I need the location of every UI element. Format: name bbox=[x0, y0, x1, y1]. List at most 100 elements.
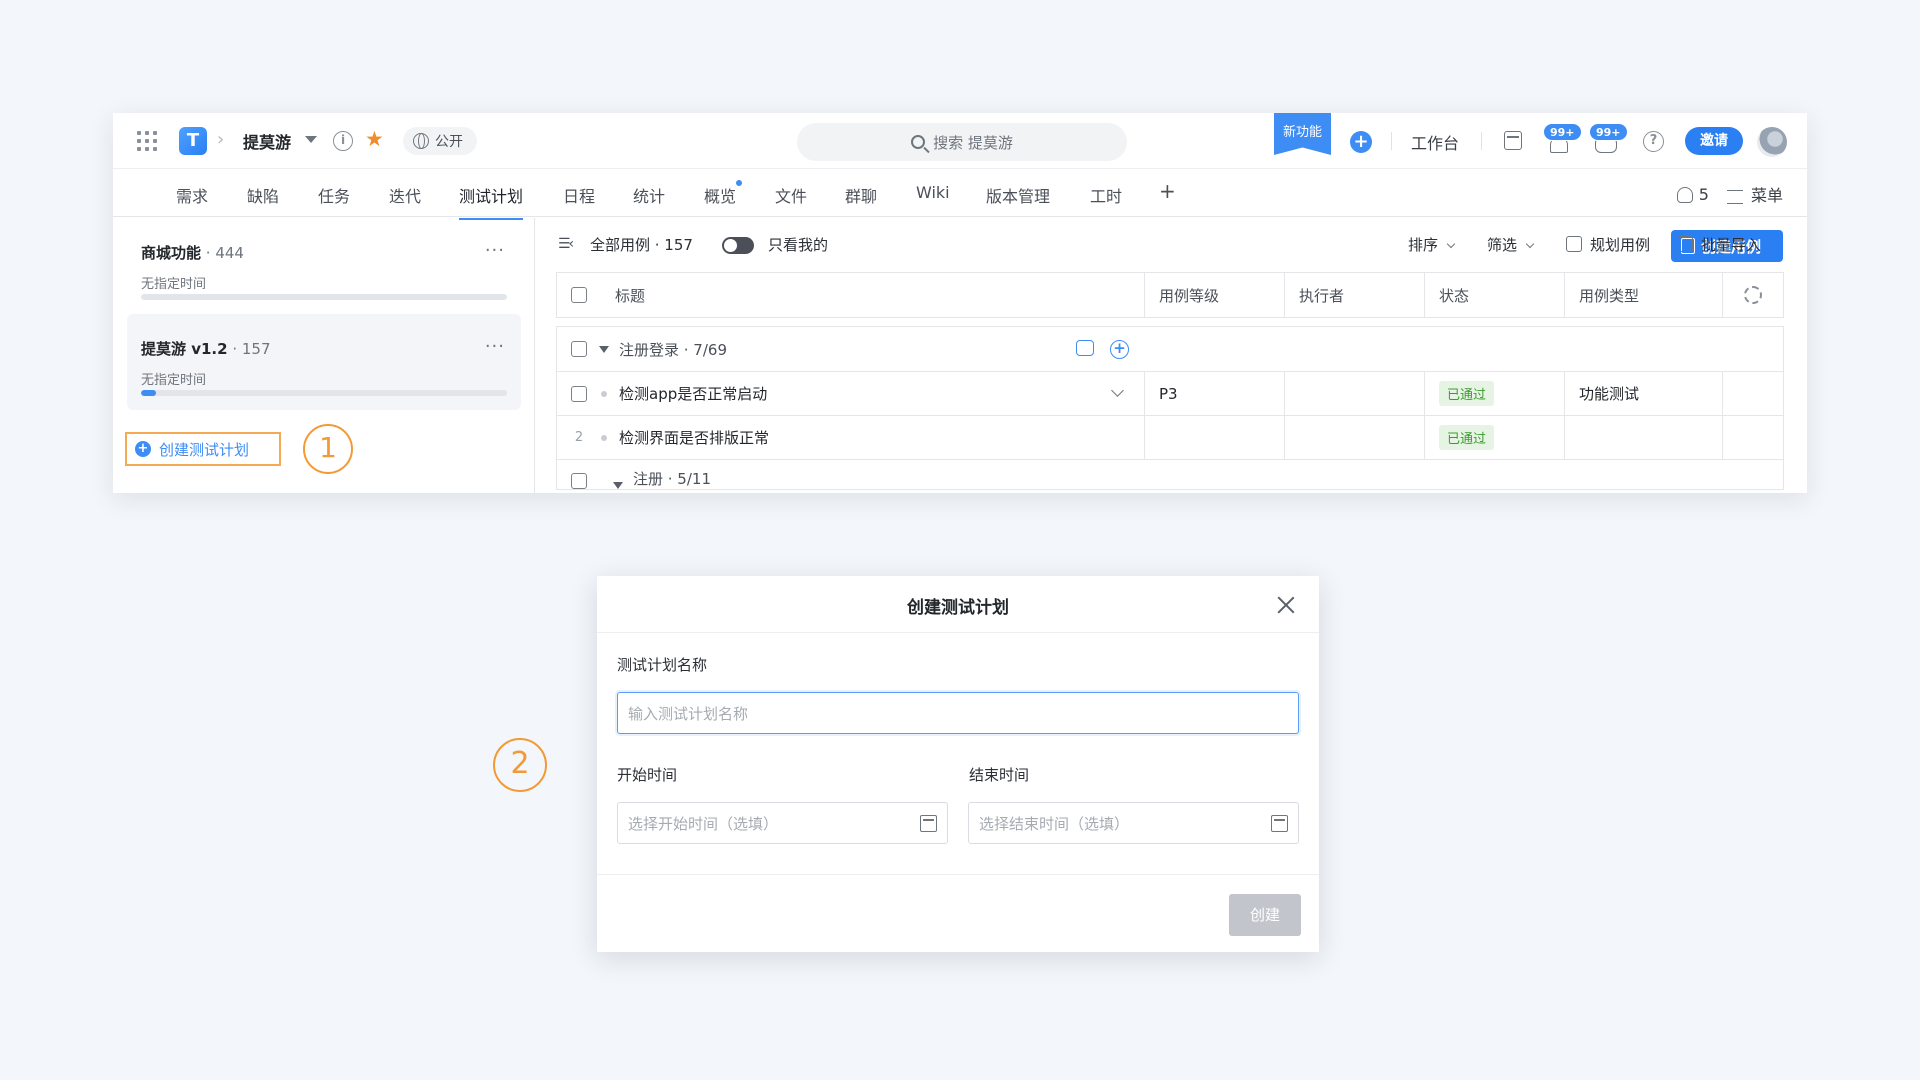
tab-overview[interactable]: 概览 bbox=[704, 180, 743, 207]
top-bar: T › 提莫游 i ★ 公开 搜索 提莫游 新功能 + 工作台 99+ 99+ … bbox=[113, 113, 1807, 169]
header-executor[interactable]: 执行者 bbox=[1285, 273, 1425, 317]
tab-group-chat[interactable]: 群聊 bbox=[845, 183, 877, 207]
column-settings[interactable] bbox=[1723, 273, 1783, 317]
row-number: 2 bbox=[574, 430, 584, 445]
case-panel: ☰‹ 全部用例 · 157 只看我的 排序 筛选 规划用例 创建用例 标题 用例… bbox=[536, 218, 1807, 493]
avatar[interactable] bbox=[1757, 127, 1787, 157]
end-time-picker[interactable]: 选择结束时间（选填） bbox=[968, 802, 1299, 844]
plan-time: 无指定时间 bbox=[141, 373, 207, 388]
add-tab-icon[interactable]: + bbox=[1159, 179, 1176, 203]
plan-sidebar: 商城功能 · 444 无指定时间 ··· 提莫游 v1.2 · 157 无指定时… bbox=[113, 218, 535, 493]
more-icon[interactable]: ··· bbox=[485, 336, 505, 357]
group-row-partial[interactable]: 注册 · 5/11 bbox=[556, 460, 1784, 490]
row-checkbox[interactable] bbox=[571, 385, 587, 402]
help-icon[interactable]: ? bbox=[1643, 131, 1664, 152]
project-logo[interactable]: T bbox=[179, 127, 207, 155]
case-executor[interactable] bbox=[1285, 372, 1425, 415]
add-case-icon[interactable]: + bbox=[1110, 339, 1129, 359]
tab-statistics[interactable]: 统计 bbox=[633, 183, 665, 207]
header-level[interactable]: 用例等级 bbox=[1145, 273, 1285, 317]
dialog-title: 创建测试计划 bbox=[907, 598, 1009, 618]
expand-triangle-icon[interactable] bbox=[599, 345, 609, 353]
info-icon[interactable]: i bbox=[333, 131, 353, 151]
tab-schedule[interactable]: 日程 bbox=[563, 183, 595, 207]
content: 商城功能 · 444 无指定时间 ··· 提莫游 v1.2 · 157 无指定时… bbox=[113, 218, 1807, 493]
new-feature-ribbon[interactable]: 新功能 bbox=[1274, 113, 1331, 155]
plan-cases-icon bbox=[1566, 236, 1582, 252]
status-badge[interactable]: 已通过 bbox=[1439, 425, 1495, 450]
status-cell: 已通过 bbox=[1425, 416, 1565, 459]
header-type[interactable]: 用例类型 bbox=[1565, 273, 1723, 317]
create-test-plan-button[interactable]: + 创建测试计划 bbox=[125, 432, 281, 466]
visibility-button[interactable]: 公开 bbox=[403, 127, 477, 155]
filter-button[interactable]: 筛选 bbox=[1487, 234, 1535, 255]
table-row[interactable]: 2 检测界面是否排版正常 已通过 bbox=[556, 416, 1784, 460]
tab-tasks[interactable]: 任务 bbox=[318, 183, 350, 207]
expand-triangle-icon[interactable] bbox=[613, 482, 623, 489]
case-executor[interactable] bbox=[1285, 416, 1425, 459]
tab-files[interactable]: 文件 bbox=[775, 183, 807, 207]
star-icon[interactable]: ★ bbox=[365, 127, 384, 151]
plan-card[interactable]: 商城功能 · 444 无指定时间 ··· bbox=[127, 218, 521, 314]
plus-icon: + bbox=[135, 441, 151, 457]
invite-button[interactable]: 邀请 bbox=[1685, 127, 1743, 155]
search-icon bbox=[911, 135, 926, 149]
create-button[interactable]: 创建 bbox=[1229, 894, 1301, 936]
tab-wiki[interactable]: Wiki bbox=[916, 183, 950, 202]
members-icon bbox=[1676, 187, 1693, 203]
bullet-dot bbox=[601, 390, 607, 397]
plan-name-input[interactable]: 输入测试计划名称 bbox=[617, 692, 1299, 734]
group-actions: + bbox=[1076, 339, 1129, 359]
calendar-icon[interactable] bbox=[1504, 131, 1522, 150]
status-badge[interactable]: 已通过 bbox=[1439, 381, 1495, 406]
tab-requirements[interactable]: 需求 bbox=[176, 183, 208, 207]
more-icon[interactable]: ··· bbox=[485, 240, 505, 261]
plan-cases-button[interactable]: 规划用例 bbox=[1566, 234, 1650, 255]
sort-label: 排序 bbox=[1408, 236, 1439, 254]
plan-count: · 444 bbox=[201, 244, 244, 262]
project-name[interactable]: 提莫游 bbox=[243, 129, 291, 153]
table-row[interactable]: 检测app是否正常启动 P3 已通过 功能测试 bbox=[556, 372, 1784, 416]
select-all-checkbox[interactable] bbox=[571, 287, 587, 303]
group-checkbox[interactable] bbox=[571, 341, 587, 357]
header-status[interactable]: 状态 bbox=[1425, 273, 1565, 317]
start-time-placeholder: 选择开始时间（选填） bbox=[628, 814, 779, 833]
case-level: P3 bbox=[1145, 372, 1285, 415]
group-label: 注册登录 · 7/69 bbox=[619, 340, 727, 359]
only-mine-label: 只看我的 bbox=[768, 236, 829, 254]
project-dropdown-icon[interactable] bbox=[305, 136, 317, 143]
group-cell: 注册登录 · 7/69 + bbox=[557, 327, 1145, 371]
workbench-link[interactable]: 工作台 bbox=[1411, 130, 1459, 154]
add-icon[interactable]: + bbox=[1350, 131, 1372, 153]
menu-button[interactable]: 菜单 bbox=[1726, 182, 1783, 206]
close-icon[interactable] bbox=[1277, 596, 1295, 614]
step-marker-1: 1 bbox=[303, 424, 353, 474]
plan-card-selected[interactable]: 提莫游 v1.2 · 157 无指定时间 ··· bbox=[127, 314, 521, 410]
case-level bbox=[1145, 416, 1285, 459]
plan-progress bbox=[141, 294, 507, 300]
group-checkbox[interactable] bbox=[571, 473, 587, 489]
start-time-picker[interactable]: 选择开始时间（选填） bbox=[617, 802, 948, 844]
row-title-cell: 检测app是否正常启动 bbox=[557, 372, 1145, 415]
globe-icon bbox=[413, 133, 429, 149]
group-row[interactable]: 注册登录 · 7/69 + bbox=[556, 326, 1784, 372]
sort-button[interactable]: 排序 bbox=[1408, 234, 1456, 255]
tab-defects[interactable]: 缺陷 bbox=[247, 183, 279, 207]
case-title: 检测界面是否排版正常 bbox=[619, 429, 770, 447]
members-button[interactable]: 5 bbox=[1676, 185, 1709, 204]
bulk-import-button[interactable]: 批量导入 bbox=[1677, 234, 1761, 255]
loop-icon[interactable] bbox=[1076, 339, 1094, 356]
only-mine-toggle[interactable] bbox=[722, 237, 754, 254]
tab-timesheet[interactable]: 工时 bbox=[1090, 183, 1122, 207]
tab-version-management[interactable]: 版本管理 bbox=[986, 183, 1050, 207]
create-test-plan-dialog: 创建测试计划 测试计划名称 输入测试计划名称 开始时间 选择开始时间（选填） 结… bbox=[597, 576, 1319, 952]
apps-grid-icon[interactable] bbox=[137, 131, 157, 151]
group-cell: 注册 · 5/11 bbox=[557, 460, 1145, 489]
collapse-sidebar-icon[interactable]: ☰‹ bbox=[558, 236, 574, 252]
tab-test-plan[interactable]: 测试计划 bbox=[459, 183, 524, 220]
plan-title: 提莫游 v1.2 · 157 bbox=[141, 338, 507, 359]
chevron-down-icon[interactable] bbox=[1111, 384, 1124, 397]
tabs-right: 5 菜单 bbox=[1676, 182, 1783, 206]
search-box[interactable]: 搜索 提莫游 bbox=[797, 123, 1127, 161]
tab-iterations[interactable]: 迭代 bbox=[389, 183, 421, 207]
